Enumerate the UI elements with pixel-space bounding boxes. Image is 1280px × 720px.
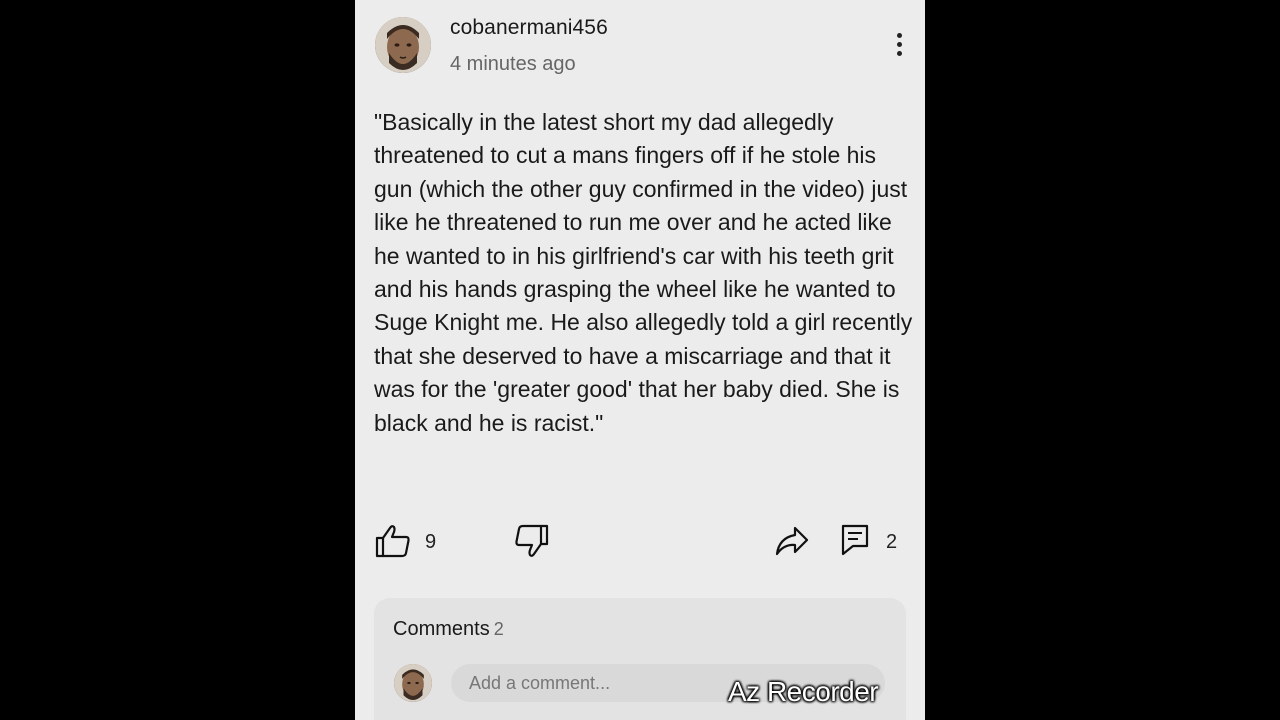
- user-avatar[interactable]: [375, 17, 431, 73]
- more-vert-icon[interactable]: [891, 30, 907, 62]
- comments-title: Comments: [393, 618, 490, 640]
- recorder-watermark: Az Recorder: [728, 676, 879, 707]
- thumbs-down-icon: [515, 524, 549, 557]
- thumbs-up-icon: [375, 525, 410, 558]
- comment-panel: cobanermani456 4 minutes ago "Basically …: [355, 0, 925, 720]
- avatar-icon: [375, 17, 431, 73]
- share-button[interactable]: [775, 526, 809, 556]
- share-icon: [775, 526, 809, 556]
- dislike-button[interactable]: [515, 524, 549, 558]
- avatar-icon: [394, 664, 432, 702]
- comment-text: "Basically in the latest short my dad al…: [374, 109, 913, 436]
- comment-icon: [841, 524, 869, 556]
- like-count: 9: [425, 531, 437, 553]
- like-button[interactable]: [375, 524, 411, 558]
- comment-username[interactable]: cobanermani456: [450, 16, 608, 40]
- current-user-avatar: [394, 664, 432, 702]
- reply-button[interactable]: [841, 524, 869, 556]
- comments-heading[interactable]: Comments 2: [393, 618, 504, 641]
- comment-timestamp: 4 minutes ago: [450, 53, 576, 75]
- comments-count: 2: [493, 619, 504, 639]
- reply-count: 2: [886, 531, 898, 553]
